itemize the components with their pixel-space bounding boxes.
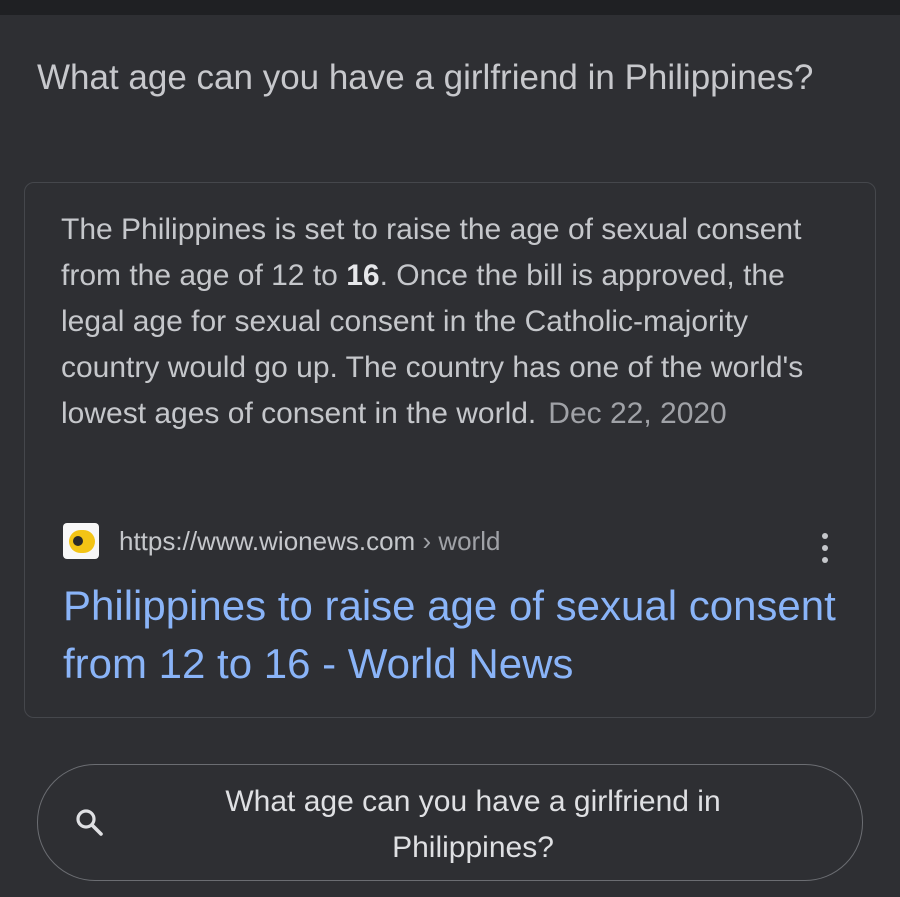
source-domain[interactable]: https://www.wionews.com [119,526,415,556]
search-icon [76,809,103,836]
snippet-text: The Philippines is set to raise the age … [61,207,831,437]
related-search-pill[interactable]: What age can you have a girlfriend in Ph… [37,764,863,881]
related-search-query[interactable]: What age can you have a girlfriend in Ph… [148,779,798,871]
question-title: What age can you have a girlfriend in Ph… [37,58,814,97]
more-vert-icon[interactable] [819,533,831,563]
snippet-date: Dec 22, 2020 [548,397,727,430]
source-row[interactable]: https://www.wionews.com › world [63,523,500,559]
source-path[interactable]: › world [415,526,500,556]
result-title-link[interactable]: Philippines to raise age of sexual conse… [63,577,843,693]
source-url[interactable]: https://www.wionews.com › world [119,526,500,557]
featured-snippet-card: The Philippines is set to raise the age … [24,182,876,718]
search-results-page: What age can you have a girlfriend in Ph… [0,0,900,897]
wionews-favicon-icon [63,523,99,559]
snippet-highlight: 16 [346,259,380,292]
top-bar [0,0,900,15]
